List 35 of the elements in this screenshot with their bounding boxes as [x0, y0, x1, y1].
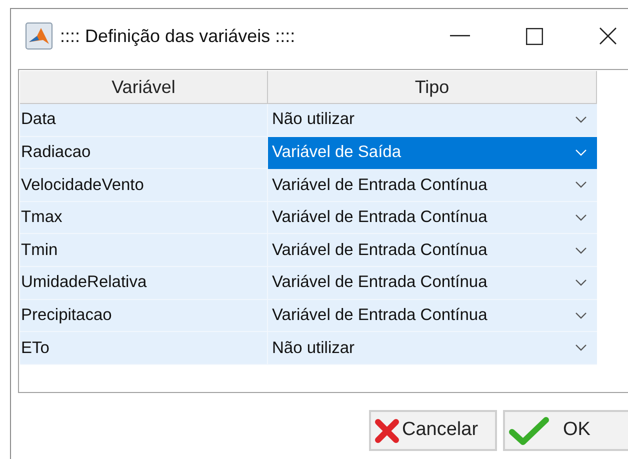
- table-cell: Radiacao: [20, 136, 268, 170]
- type-dropdown[interactable]: Variável de Entrada Contínua: [268, 234, 597, 267]
- caret-icon: [575, 344, 587, 352]
- caret-icon: [575, 116, 587, 124]
- type-dropdown[interactable]: Variável de Entrada Contínua: [268, 202, 597, 234]
- caret-icon: [575, 148, 587, 156]
- caret-icon: [575, 312, 587, 319]
- column-header[interactable]: Tipo: [268, 71, 597, 103]
- table-cell: Tmin: [20, 234, 268, 267]
- table-cell: VelocidadeVento: [20, 169, 268, 202]
- type-dropdown[interactable]: Variável de Saída: [268, 136, 597, 170]
- type-dropdown[interactable]: Variável de Entrada Contínua: [268, 266, 597, 300]
- caret-icon: [575, 246, 587, 254]
- window-title: :::: Definição das variáveis ::::: [60, 24, 296, 48]
- table-cell: Tmax: [20, 202, 268, 234]
- ok-button[interactable]: OK: [503, 410, 628, 451]
- table-cell: Precipitacao: [20, 300, 268, 332]
- app-icon: [25, 22, 53, 50]
- type-dropdown[interactable]: Variável de Entrada Contínua: [268, 169, 597, 202]
- maximize-icon[interactable]: [526, 28, 543, 44]
- column-header[interactable]: Variável: [20, 71, 268, 103]
- minimize-icon[interactable]: [450, 35, 470, 37]
- caret-icon: [575, 214, 587, 222]
- caret-icon: [575, 279, 587, 286]
- table-cell: Data: [20, 104, 268, 137]
- cancel-button[interactable]: Cancelar: [369, 410, 497, 451]
- checkmark-icon: [509, 416, 549, 444]
- type-dropdown[interactable]: Não utilizar: [268, 332, 597, 365]
- type-dropdown[interactable]: Não utilizar: [268, 104, 597, 137]
- cross-icon: [373, 416, 401, 444]
- close-icon[interactable]: [599, 27, 617, 45]
- type-dropdown[interactable]: Variável de Entrada Contínua: [268, 300, 597, 332]
- table-cell: ETo: [20, 332, 268, 365]
- caret-icon: [575, 181, 587, 188]
- table-cell: UmidadeRelativa: [20, 266, 268, 300]
